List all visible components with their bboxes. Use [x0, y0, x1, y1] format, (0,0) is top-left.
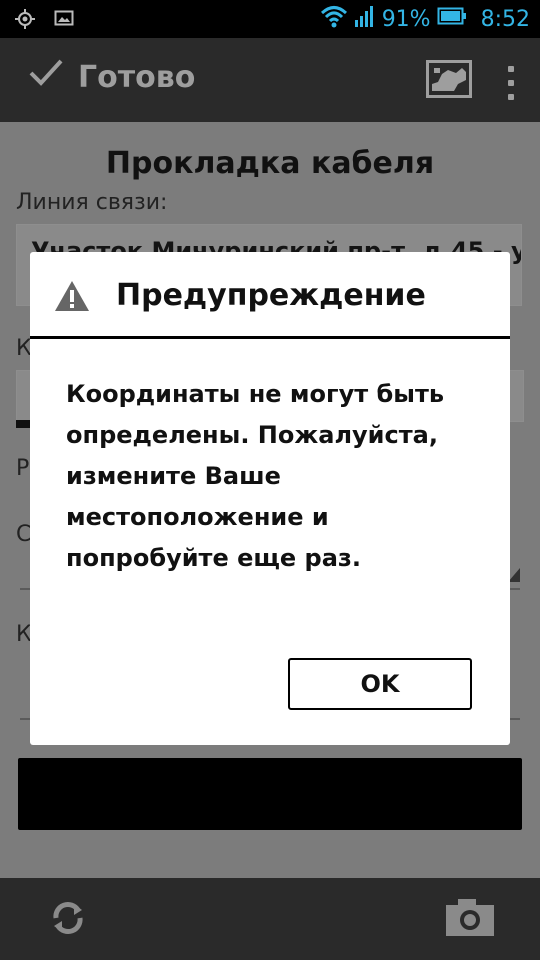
dialog-message: Координаты не могут быть определены. Пож… — [66, 380, 445, 572]
battery-icon — [437, 6, 467, 32]
checkmark-icon — [28, 58, 64, 96]
ok-button[interactable]: OK — [288, 658, 472, 710]
status-bar: 91% 8:52 — [0, 0, 540, 38]
bottom-bar — [0, 878, 540, 960]
field-label-2: Р — [16, 456, 30, 481]
warning-dialog: Предупреждение Координаты не могут быть … — [30, 252, 510, 745]
warning-icon — [54, 280, 90, 316]
battery-percent: 91% — [381, 6, 431, 32]
form-title: Прокладка кабеля — [105, 146, 435, 181]
camera-icon[interactable] — [444, 896, 496, 942]
done-button[interactable]: Готово — [28, 58, 195, 96]
line-label: Линия связи: — [16, 190, 168, 215]
dialog-divider — [30, 336, 510, 339]
preview-area — [18, 758, 522, 830]
done-label: Готово — [78, 59, 196, 95]
dialog-title: Предупреждение — [116, 278, 426, 313]
image-notification-icon — [54, 8, 74, 34]
gps-icon — [14, 8, 36, 34]
clock: 8:52 — [480, 6, 530, 32]
dialog-header: Предупреждение — [30, 252, 510, 338]
overflow-menu-icon[interactable] — [506, 66, 516, 100]
refresh-icon[interactable] — [48, 898, 88, 942]
wifi-icon — [320, 4, 348, 34]
map-icon — [426, 60, 472, 102]
action-bar: Готово — [0, 38, 540, 122]
signal-icon — [354, 4, 376, 34]
map-button[interactable] — [426, 60, 472, 102]
